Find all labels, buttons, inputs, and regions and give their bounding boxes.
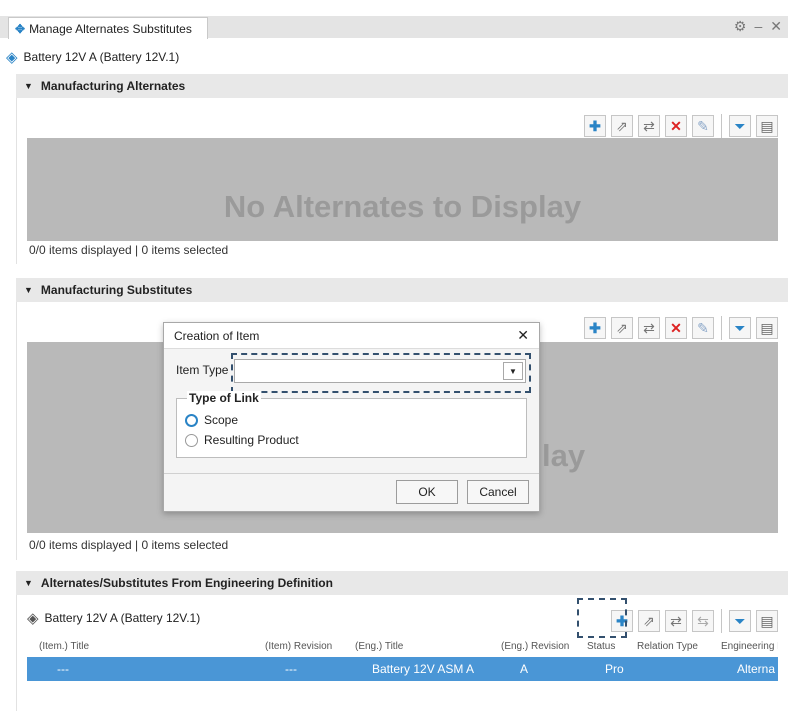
alternates-empty-area: No Alternates to Display	[27, 138, 778, 241]
part-icon: ◈	[27, 610, 39, 627]
settings-icon[interactable]: ▤	[756, 317, 778, 339]
close-icon[interactable]: ✕	[770, 18, 782, 35]
table-cell: Battery 12V ASM A	[372, 662, 475, 676]
item-type-highlight	[231, 353, 531, 393]
alternates-status: 0/0 items displayed | 0 items selected	[29, 243, 229, 257]
replace-icon[interactable]: ⇄	[665, 610, 687, 632]
table-header: (Item.) Title (Item) Revision (Eng.) Tit…	[27, 637, 778, 657]
type-of-link-group: Type of Link Scope Resulting Product	[176, 391, 527, 458]
table-cell: Alterna	[737, 662, 776, 676]
filter-icon[interactable]: ⏷	[729, 317, 751, 339]
eng-def-section-title: Alternates/Substitutes From Engineering …	[40, 576, 333, 590]
window-tab[interactable]: ✥ Manage Alternates Substitutes	[8, 17, 208, 39]
object-label: Battery 12V A (Battery 12V.1)	[23, 50, 180, 64]
substitutes-section-header[interactable]: ▼ Manufacturing Substitutes	[16, 278, 788, 302]
eng-def-section-header[interactable]: ▼ Alternates/Substitutes From Engineerin…	[16, 571, 788, 595]
table-cell: Pro	[605, 662, 624, 676]
delete-icon[interactable]: ✕	[665, 115, 687, 137]
toolbar-separator	[721, 316, 722, 340]
filter-icon[interactable]: ⏷	[729, 610, 751, 632]
alternates-section-title: Manufacturing Alternates	[40, 79, 186, 93]
toolbar-separator	[721, 114, 722, 138]
type-of-link-legend: Type of Link	[187, 391, 261, 405]
window-tab-title: Manage Alternates Substitutes	[29, 21, 192, 36]
eng-object-label: Battery 12V A (Battery 12V.1)	[44, 611, 201, 625]
edit-icon[interactable]: ✎	[692, 115, 714, 137]
dialog-title: Creation of Item	[174, 328, 260, 343]
export-icon[interactable]: ⇗	[611, 317, 633, 339]
eng-def-toolbar: ✚ ⇗ ⇄ ⇆ ⏷ ▤	[611, 609, 778, 633]
no-substitutes-message: lay	[542, 438, 586, 473]
table-cell: ---	[57, 662, 69, 676]
settings-icon[interactable]: ▤	[756, 115, 778, 137]
export-icon[interactable]: ⇗	[638, 610, 660, 632]
export-icon[interactable]: ⇗	[611, 115, 633, 137]
scope-radio[interactable]	[185, 413, 198, 427]
resulting-product-radio[interactable]	[185, 433, 198, 447]
add-icon[interactable]: ✚	[584, 115, 606, 137]
minimize-button[interactable]: –	[754, 18, 762, 35]
gear-icon[interactable]: ⚙	[734, 18, 747, 35]
collapse-arrow-icon[interactable]: ▼	[24, 285, 33, 295]
table-row[interactable]: --- --- Battery 12V ASM A A Pro Alterna	[27, 657, 778, 681]
collapse-arrow-icon[interactable]: ▼	[24, 81, 33, 91]
creation-of-item-dialog: Creation of Item ✕ Item Type ▼ Type of L…	[163, 322, 540, 512]
dialog-close-icon[interactable]: ✕	[517, 327, 529, 344]
resulting-product-option[interactable]: Resulting Product	[185, 433, 299, 447]
replace-icon[interactable]: ⇄	[638, 317, 660, 339]
table-cell: ---	[285, 662, 297, 676]
edit-icon[interactable]: ✎	[692, 317, 714, 339]
cancel-button[interactable]: Cancel	[467, 480, 529, 504]
no-alternates-message: No Alternates to Display	[223, 189, 582, 224]
column-header[interactable]: (Item.) Title	[39, 641, 89, 652]
collapse-arrow-icon[interactable]: ▼	[24, 578, 33, 588]
column-header[interactable]: (Eng.) Revision	[501, 641, 569, 652]
window-controls: ⚙ – ✕	[734, 18, 782, 35]
table-cell: A	[520, 662, 529, 676]
add-icon[interactable]: ✚	[584, 317, 606, 339]
column-header[interactable]: (Eng.) Title	[355, 641, 403, 652]
object-row: ◈ Battery 12V A (Battery 12V.1)	[6, 48, 179, 66]
toolbar-separator	[721, 609, 722, 633]
scope-label: Scope	[204, 413, 239, 427]
eng-object-row: ◈ Battery 12V A (Battery 12V.1)	[27, 609, 200, 627]
alternates-section: ✚ ⇗ ⇄ ✕ ✎ ⏷ ▤ No Alternates to Display 0…	[16, 98, 788, 264]
part-icon: ◈	[6, 49, 18, 66]
filter-icon[interactable]: ⏷	[729, 115, 751, 137]
ok-button[interactable]: OK	[396, 480, 458, 504]
column-header[interactable]: Relation Type	[637, 641, 698, 652]
manage-icon: ✥	[15, 21, 26, 36]
substitutes-toolbar: ✚ ⇗ ⇄ ✕ ✎ ⏷ ▤	[584, 316, 778, 340]
eng-def-section: ◈ Battery 12V A (Battery 12V.1) ✚ ⇗ ⇄ ⇆ …	[16, 595, 788, 711]
resulting-product-label: Resulting Product	[204, 433, 299, 447]
column-header[interactable]: (Item) Revision	[265, 641, 332, 652]
settings-icon[interactable]: ▤	[756, 610, 778, 632]
add-button-highlight	[577, 598, 627, 638]
substitutes-section-title: Manufacturing Substitutes	[40, 283, 193, 297]
substitutes-status: 0/0 items displayed | 0 items selected	[29, 538, 229, 552]
dialog-divider	[164, 473, 539, 474]
dialog-title-bar: Creation of Item ✕	[164, 323, 539, 349]
alternates-section-header[interactable]: ▼ Manufacturing Alternates	[16, 74, 788, 98]
column-header[interactable]: Engineering F	[721, 641, 778, 652]
delete-icon[interactable]: ✕	[665, 317, 687, 339]
alternates-toolbar: ✚ ⇗ ⇄ ✕ ✎ ⏷ ▤	[584, 114, 778, 138]
replace-icon[interactable]: ⇄	[638, 115, 660, 137]
item-type-label: Item Type	[176, 363, 229, 377]
transfer-icon[interactable]: ⇆	[692, 610, 714, 632]
scope-option[interactable]: Scope	[185, 413, 238, 427]
column-header[interactable]: Status	[587, 641, 615, 652]
